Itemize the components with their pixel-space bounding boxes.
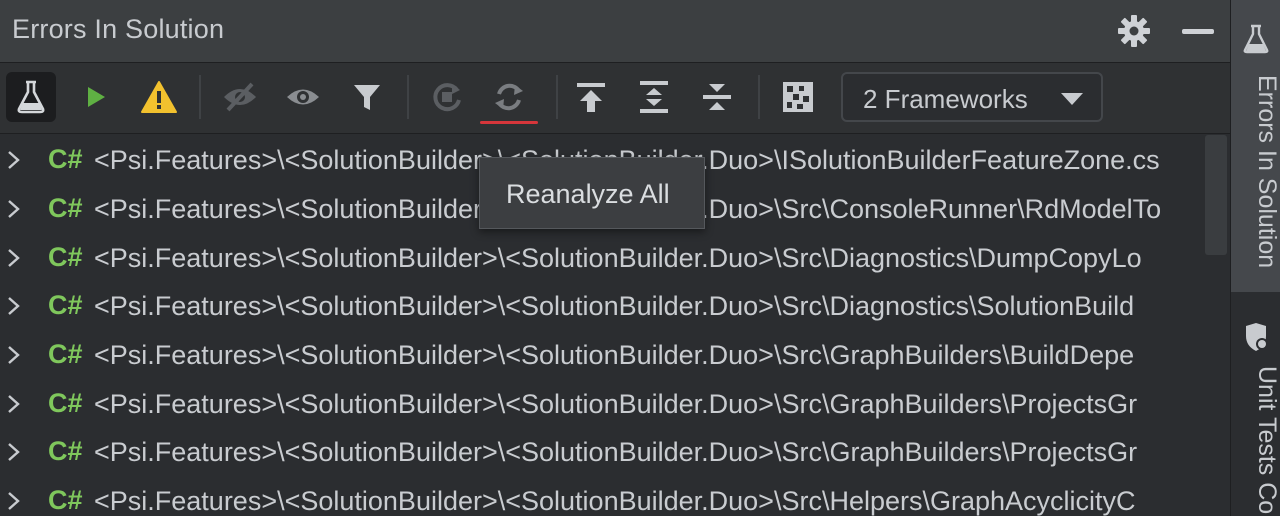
unit-test-session-button[interactable] bbox=[6, 72, 56, 122]
toolbar-separator bbox=[199, 75, 201, 119]
stripe-tab-label: Unit Tests Co bbox=[1253, 365, 1280, 515]
chevron-right-icon[interactable] bbox=[4, 148, 24, 172]
expand-all-button[interactable] bbox=[629, 72, 679, 122]
file-path: <Psi.Features>\<SolutionBuilder>\<Soluti… bbox=[94, 486, 1136, 516]
tree-row[interactable]: C# <Psi.Features>\<SolutionBuilder>\<Sol… bbox=[0, 332, 1230, 381]
refresh-stop-icon bbox=[433, 83, 461, 112]
toolbar-separator bbox=[407, 75, 409, 119]
tree-row[interactable]: C# <Psi.Features>\<SolutionBuilder>\<Sol… bbox=[0, 429, 1230, 478]
toolbar-separator bbox=[758, 75, 760, 119]
toolbar-separator bbox=[556, 75, 558, 119]
tree-row[interactable]: C# <Psi.Features>\<SolutionBuilder>\<Sol… bbox=[0, 235, 1230, 284]
play-icon bbox=[88, 87, 105, 107]
csharp-file-icon: C# bbox=[48, 436, 83, 466]
file-path: <Psi.Features>\<SolutionBuilder>\<Soluti… bbox=[94, 340, 1135, 370]
csharp-file-icon: C# bbox=[48, 290, 83, 320]
chevron-right-icon[interactable] bbox=[4, 197, 24, 221]
hide-button[interactable] bbox=[215, 72, 265, 122]
chevron-right-icon[interactable] bbox=[4, 343, 24, 367]
file-path: <Psi.Features>\<SolutionBuilder>\<Soluti… bbox=[94, 437, 1138, 467]
collapse-all-button[interactable] bbox=[692, 72, 742, 122]
shield-flask-icon bbox=[1246, 323, 1268, 351]
chevron-right-icon[interactable] bbox=[4, 246, 24, 270]
eye-crossed-icon bbox=[224, 82, 256, 112]
chevron-right-icon[interactable] bbox=[4, 440, 24, 464]
tooltip-text: Reanalyze All bbox=[506, 179, 670, 209]
puzzle-grid-icon bbox=[783, 82, 813, 112]
frameworks-label: 2 Frameworks bbox=[863, 84, 1028, 114]
csharp-file-icon: C# bbox=[48, 242, 83, 272]
active-tool-indicator bbox=[480, 121, 538, 124]
frameworks-dropdown[interactable]: 2 Frameworks bbox=[841, 72, 1103, 122]
file-path: <Psi.Features>\<SolutionBuilder>\<Soluti… bbox=[94, 291, 1135, 321]
csharp-file-icon: C# bbox=[48, 485, 83, 515]
csharp-file-icon: C# bbox=[48, 144, 83, 174]
minimize-icon[interactable] bbox=[1182, 29, 1214, 34]
scroll-to-top-button[interactable] bbox=[566, 72, 616, 122]
csharp-file-icon: C# bbox=[48, 388, 83, 418]
expand-all-icon bbox=[640, 81, 668, 113]
show-button[interactable] bbox=[278, 72, 328, 122]
warnings-button[interactable] bbox=[134, 72, 184, 122]
toolbar: 2 Frameworks bbox=[0, 62, 1230, 134]
tool-window-title: Errors In Solution bbox=[12, 14, 225, 44]
collapse-all-icon bbox=[703, 84, 731, 110]
tree-row[interactable]: C# <Psi.Features>\<SolutionBuilder>\<Sol… bbox=[0, 381, 1230, 430]
flask-icon bbox=[17, 80, 45, 114]
filter-button[interactable] bbox=[342, 72, 392, 122]
stop-analysis-button[interactable] bbox=[422, 72, 472, 122]
chevron-right-icon[interactable] bbox=[4, 392, 24, 416]
csharp-file-icon: C# bbox=[48, 339, 83, 369]
csharp-file-icon: C# bbox=[48, 193, 83, 223]
arrow-to-top-icon bbox=[577, 83, 605, 112]
chevron-right-icon[interactable] bbox=[4, 489, 24, 513]
tree-row[interactable]: C# <Psi.Features>\<SolutionBuilder>\<Sol… bbox=[0, 283, 1230, 332]
file-path: <Psi.Features>\<SolutionBuilder>\<Soluti… bbox=[94, 389, 1138, 419]
run-button[interactable] bbox=[71, 72, 121, 122]
right-tool-stripe: Errors In Solution Unit Tests Co bbox=[1230, 0, 1280, 516]
chevron-right-icon[interactable] bbox=[4, 294, 24, 318]
reanalyze-all-button[interactable] bbox=[484, 72, 534, 122]
tree-row[interactable]: C# <Psi.Features>\<SolutionBuilder>\<Sol… bbox=[0, 478, 1230, 516]
gear-icon[interactable] bbox=[1117, 14, 1151, 48]
analysis-icon-button[interactable] bbox=[773, 72, 823, 122]
vertical-scrollbar[interactable] bbox=[1205, 135, 1227, 255]
refresh-icon bbox=[495, 83, 523, 111]
chevron-down-icon bbox=[1061, 93, 1083, 105]
file-path: <Psi.Features>\<SolutionBuilder>\<Soluti… bbox=[94, 243, 1142, 273]
stripe-tab-label: Errors In Solution bbox=[1253, 75, 1280, 269]
stripe-tab-errors-in-solution[interactable]: Errors In Solution bbox=[1231, 0, 1280, 292]
tooltip: Reanalyze All bbox=[479, 157, 705, 229]
flask-icon bbox=[1243, 24, 1269, 54]
warning-icon bbox=[141, 81, 177, 113]
tool-window-header: Errors In Solution bbox=[0, 0, 1230, 62]
eye-icon bbox=[287, 89, 319, 105]
filter-icon bbox=[354, 85, 380, 110]
